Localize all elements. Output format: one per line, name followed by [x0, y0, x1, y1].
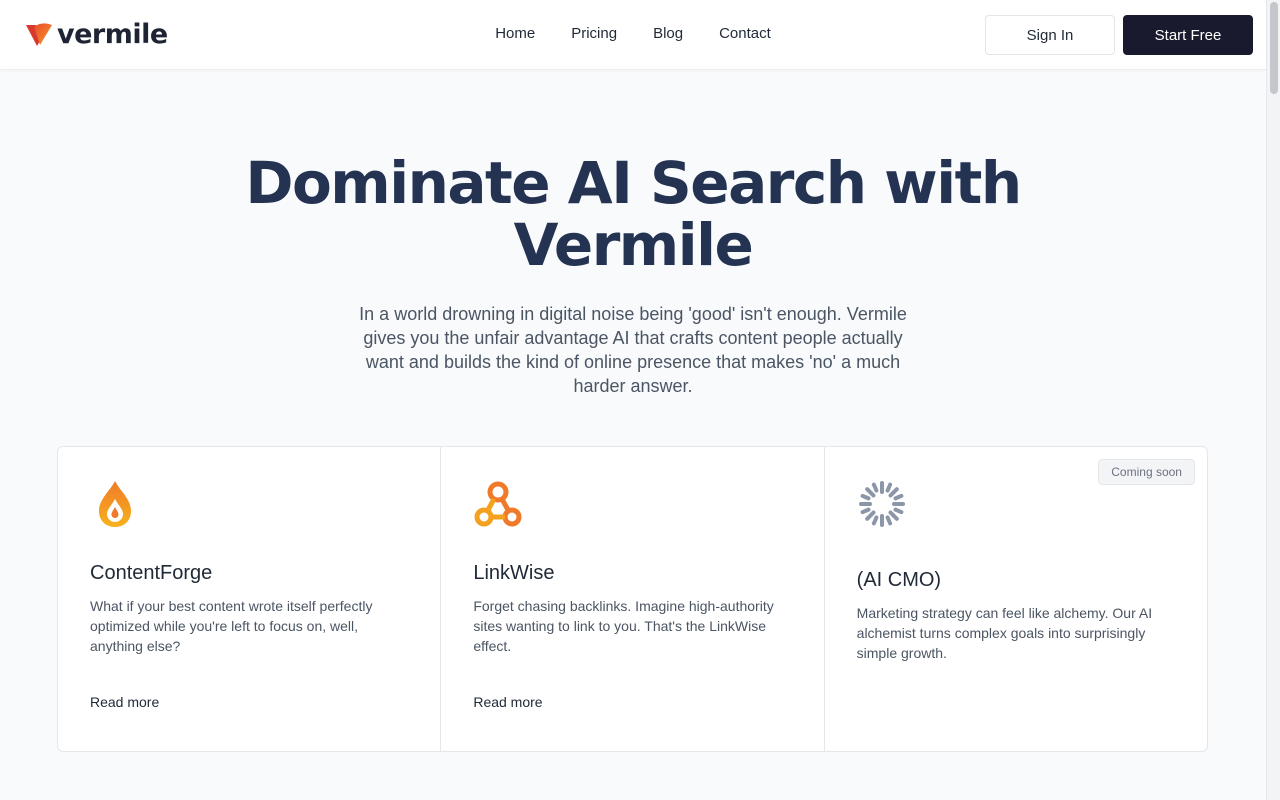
- loading-spinner-icon: [858, 481, 905, 527]
- nav-blog[interactable]: Blog: [635, 25, 701, 42]
- hero-title: Dominate AI Search with Vermile: [0, 152, 1266, 276]
- scrollbar-thumb[interactable]: [1270, 2, 1278, 94]
- hero-subtitle: In a world drowning in digital noise bei…: [359, 304, 907, 396]
- card-title: (AI CMO): [856, 569, 942, 591]
- card-title: LinkWise: [473, 562, 555, 584]
- read-more-link[interactable]: Read more: [473, 694, 542, 710]
- card-description: Marketing strategy can feel like alchemy…: [856, 605, 1153, 661]
- hero-title-line-1: Dominate AI Search with: [245, 149, 1022, 217]
- nav-pricing[interactable]: Pricing: [553, 25, 635, 42]
- card-title: ContentForge: [90, 562, 213, 584]
- flame-icon: [99, 481, 131, 527]
- feature-cards: ContentForge What if your best content w…: [57, 446, 1208, 752]
- feature-card-linkwise: LinkWise Forget chasing backlinks. Imagi…: [441, 447, 825, 751]
- start-free-button[interactable]: Start Free: [1123, 15, 1253, 55]
- nav-home[interactable]: Home: [477, 25, 553, 42]
- link-network-icon: [474, 481, 522, 527]
- site-header: vermile Home Pricing Blog Contact Sign I…: [0, 0, 1266, 70]
- hero-title-line-2: Vermile: [513, 211, 754, 279]
- coming-soon-badge: Coming soon: [1098, 459, 1195, 485]
- sign-in-button[interactable]: Sign In: [985, 15, 1115, 55]
- card-description: Forget chasing backlinks. Imagine high-a…: [473, 598, 774, 654]
- page-scrollbar[interactable]: [1266, 0, 1280, 800]
- feature-card-ai-cmo: Coming soon (AI CMO) Marketing strategy …: [825, 447, 1207, 751]
- nav-contact[interactable]: Contact: [701, 25, 789, 42]
- read-more-link[interactable]: Read more: [90, 694, 159, 710]
- card-description: What if your best content wrote itself p…: [90, 598, 373, 654]
- feature-card-contentforge: ContentForge What if your best content w…: [58, 447, 442, 751]
